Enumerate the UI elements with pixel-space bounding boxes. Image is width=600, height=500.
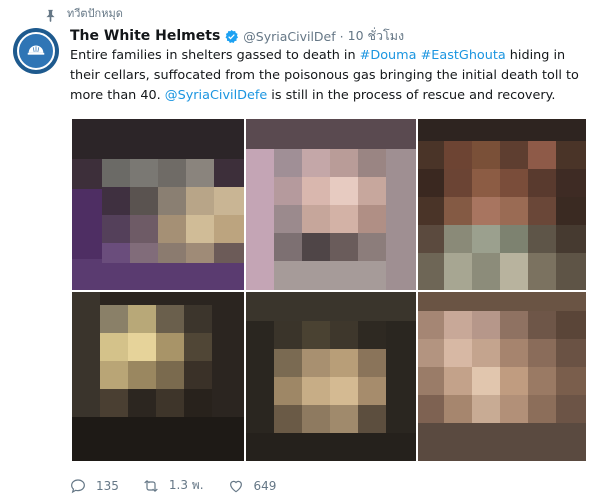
reply-count: 135 [96, 478, 119, 493]
pinned-indicator: ทวีตปักหมุด [44, 5, 123, 22]
media-photo-6[interactable] [416, 291, 586, 461]
retweet-icon [144, 479, 158, 492]
media-photo-3[interactable] [416, 119, 586, 291]
hashtag-douma[interactable]: #Douma [360, 48, 417, 63]
media-photo-4[interactable] [72, 291, 244, 461]
tweet-timestamp[interactable]: 10 ชั่วโมง [348, 26, 404, 46]
tweet-text: Entire families in shelters gassed to de… [70, 46, 590, 106]
verified-badge-icon [224, 29, 239, 44]
user-handle[interactable]: @SyriaCivilDef [243, 29, 335, 44]
media-photo-1[interactable] [72, 119, 244, 291]
white-helmets-logo-icon [27, 45, 45, 55]
tweet-actions: 135 1.3 พ. 649 [70, 476, 300, 495]
media-divider [72, 290, 586, 292]
pin-icon [44, 7, 57, 22]
display-name[interactable]: The White Helmets [70, 28, 220, 44]
media-photo-2[interactable] [244, 119, 416, 291]
media-photo-5[interactable] [244, 291, 416, 461]
heart-icon [229, 480, 242, 492]
reply-icon [71, 478, 85, 493]
hashtag-eastghouta[interactable]: #EastGhouta [421, 48, 506, 63]
mention-syriacivildefe[interactable]: @SyriaCivilDefe [165, 88, 267, 103]
like-count: 649 [253, 478, 277, 493]
pinned-label: ทวีตปักหมุด [67, 7, 123, 20]
retweet-button[interactable]: 1.3 พ. [143, 476, 204, 495]
avatar[interactable] [13, 28, 59, 74]
tweet-text-segment: is still in the process of rescue and re… [267, 88, 556, 103]
separator-dot: · [339, 28, 344, 44]
like-button[interactable]: 649 [228, 478, 277, 494]
tweet-header: The White Helmets @SyriaCivilDef · 10 ชั… [70, 26, 404, 46]
tweet-text-segment: Entire families in shelters gassed to de… [70, 48, 360, 63]
reply-button[interactable]: 135 [70, 478, 119, 494]
retweet-count: 1.3 พ. [168, 478, 204, 492]
